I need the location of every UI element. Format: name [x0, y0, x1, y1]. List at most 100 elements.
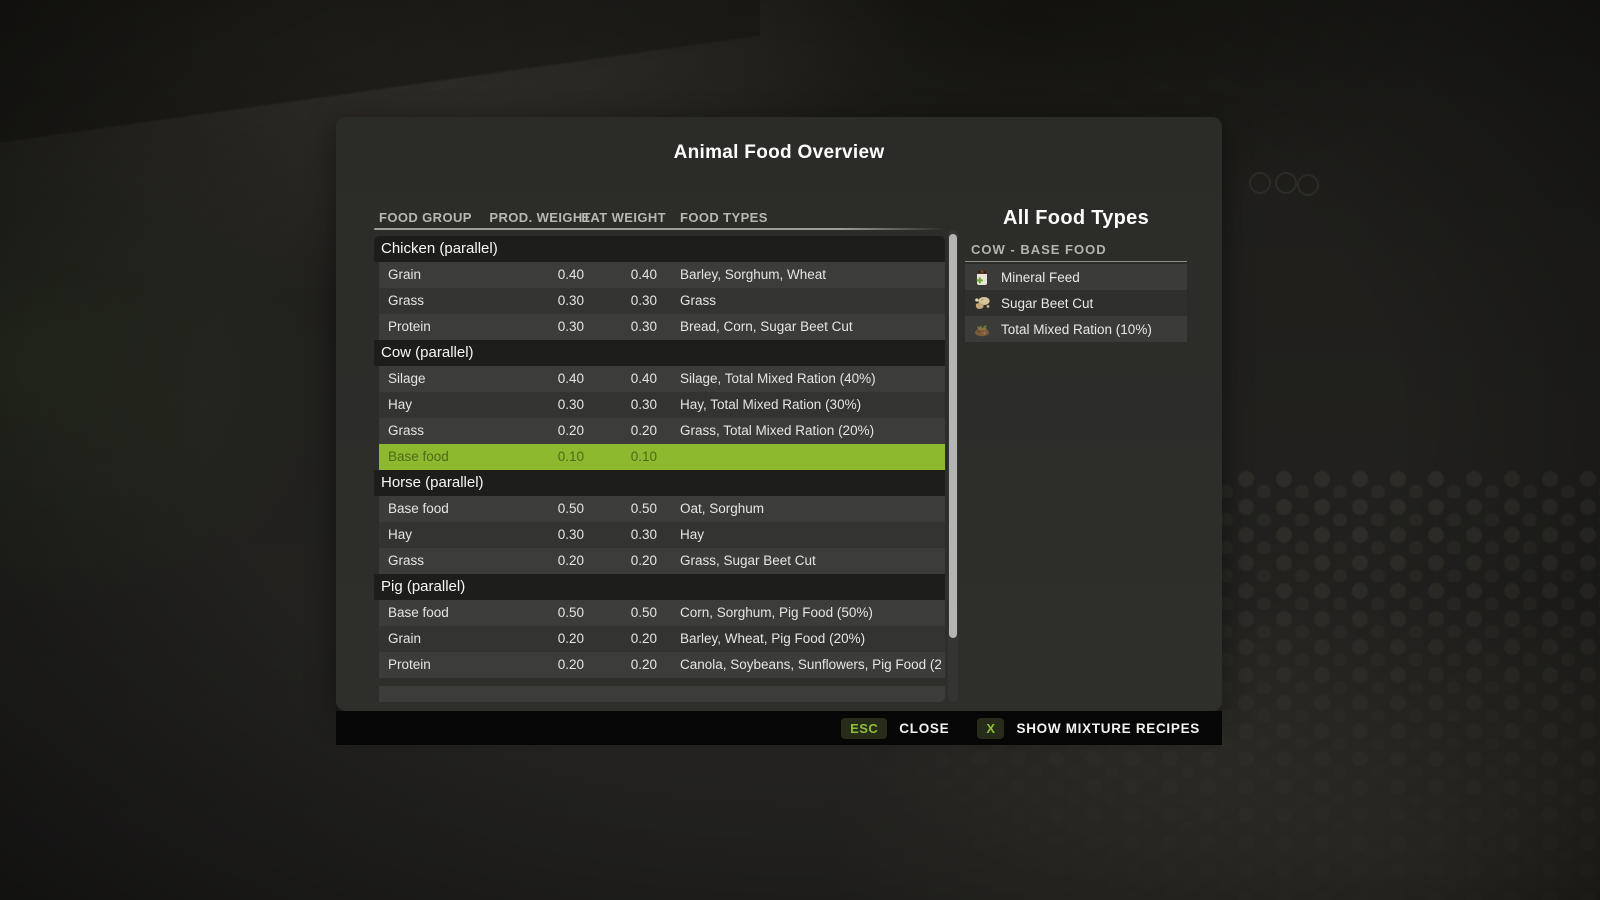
- table-section-header: Chicken (parallel): [374, 236, 945, 262]
- sidebar-section-label: COW - BASE FOOD: [971, 242, 1107, 257]
- cell-food-types: Barley, Wheat, Pig Food (20%): [680, 626, 941, 652]
- cell-food-types: Grass, Total Mixed Ration (20%): [680, 418, 941, 444]
- food-type-label: Sugar Beet Cut: [1001, 296, 1093, 311]
- mineral-feed-icon: [973, 268, 991, 286]
- cell-eat-weight: 0.20: [597, 418, 657, 444]
- cell-food-group: Grass: [388, 418, 424, 444]
- cell-food-group: Hay: [388, 522, 412, 548]
- cell-food-group: Protein: [388, 314, 431, 340]
- table-row[interactable]: Grass 0.20 0.20 Grass, Sugar Beet Cut: [379, 548, 945, 574]
- table-row-partial: [379, 686, 945, 702]
- table-row[interactable]: Grain 0.20 0.20 Barley, Wheat, Pig Food (20…: [379, 626, 945, 652]
- table-row[interactable]: Protein0.200.20Canola, Soybeans, Sunflow…: [379, 652, 945, 678]
- food-type-list-item[interactable]: Mineral Feed: [965, 264, 1187, 290]
- cell-food-types: Hay: [680, 522, 941, 548]
- section-name: Horse (parallel): [381, 470, 484, 496]
- sidebar-title: All Food Types: [965, 207, 1187, 230]
- cell-food-group: Grass: [388, 288, 424, 314]
- cell-prod-weight: 0.20: [524, 548, 584, 574]
- page-title: Animal Food Overview: [336, 142, 1222, 164]
- dialog-panel: Animal Food Overview FOOD GROUP PROD. WE…: [336, 117, 1222, 711]
- table-row[interactable]: Hay 0.30 0.30 Hay, Total Mixed Ration (30%): [379, 392, 945, 418]
- cell-eat-weight: 0.50: [597, 600, 657, 626]
- food-type-list-item[interactable]: Sugar Beet Cut: [965, 290, 1187, 316]
- cell-prod-weight: 0.40: [524, 262, 584, 288]
- cell-prod-weight: 0.20: [524, 418, 584, 444]
- cell-food-types: Grass, Sugar Beet Cut: [680, 548, 941, 574]
- cell-eat-weight: 0.10: [597, 444, 657, 470]
- cell-eat-weight: 0.30: [597, 288, 657, 314]
- animal-food-overview-dialog: Animal Food Overview FOOD GROUP PROD. WE…: [336, 117, 1222, 745]
- cell-food-types: Corn, Sorghum, Pig Food (50%): [680, 600, 941, 626]
- show-mixture-recipes-button[interactable]: SHOW MIXTURE RECIPES: [1016, 721, 1200, 736]
- cell-eat-weight: 0.30: [597, 522, 657, 548]
- table-row[interactable]: Protein 0.30 0.30 Bread, Corn, Sugar Beet C…: [379, 314, 945, 340]
- cell-food-types: Barley, Sorghum, Wheat: [680, 262, 941, 288]
- table-section-header: Cow (parallel): [374, 340, 945, 366]
- table-row[interactable]: Base food 0.50 0.50 Oat, Sorghum: [379, 496, 945, 522]
- cell-prod-weight: 0.10: [524, 444, 584, 470]
- cell-food-group: Grain: [388, 262, 421, 288]
- table-header-row: FOOD GROUP PROD. WEIGHT EAT WEIGHT FOOD …: [374, 207, 945, 229]
- esc-key-badge[interactable]: ESC: [841, 718, 887, 739]
- table-header-divider: [374, 228, 945, 230]
- cell-food-types: Oat, Sorghum: [680, 496, 941, 522]
- table-scrollbar-track[interactable]: [948, 230, 958, 702]
- column-header-prod-weight: PROD. WEIGHT: [489, 207, 591, 229]
- column-header-eat-weight: EAT WEIGHT: [581, 207, 666, 229]
- cell-eat-weight: 0.30: [597, 392, 657, 418]
- cell-eat-weight: 0.40: [597, 262, 657, 288]
- cell-food-group: Grain: [388, 626, 421, 652]
- cell-food-group: Base food: [388, 496, 449, 522]
- table-row-selected[interactable]: Base food0.100.10Mineral Feed, Sugar Bee…: [379, 444, 945, 470]
- cell-food-group: Grass: [388, 548, 424, 574]
- food-table[interactable]: Chicken (parallel)Grain0.400.40Barley, S…: [374, 236, 945, 702]
- cell-food-types: Hay, Total Mixed Ration (30%): [680, 392, 941, 418]
- cell-food-group: Silage: [388, 366, 426, 392]
- table-section-header: Pig (parallel): [374, 574, 945, 600]
- cell-eat-weight: 0.20: [597, 626, 657, 652]
- cell-food-types: Bread, Corn, Sugar Beet Cut: [680, 314, 941, 340]
- table-section-header: Horse (parallel): [374, 470, 945, 496]
- food-type-label: Mineral Feed: [1001, 270, 1080, 285]
- table-row[interactable]: Grain 0.40 0.40 Barley, Sorghum, Wheat: [379, 262, 945, 288]
- column-header-food-types: FOOD TYPES: [680, 207, 768, 229]
- section-name: Cow (parallel): [381, 340, 474, 366]
- cell-food-group: Base food: [388, 444, 449, 470]
- footer-bar: ESC CLOSE X SHOW MIXTURE RECIPES: [336, 711, 1222, 745]
- cell-prod-weight: 0.30: [524, 288, 584, 314]
- cell-eat-weight: 0.40: [597, 366, 657, 392]
- table-row[interactable]: Silage 0.40 0.40 Silage, Total Mixed Ration…: [379, 366, 945, 392]
- cell-food-types: Canola, Soybeans, Sunflowers, Pig Food (…: [680, 652, 941, 678]
- cell-eat-weight: 0.50: [597, 496, 657, 522]
- table-row[interactable]: Hay 0.30 0.30 Hay: [379, 522, 945, 548]
- cell-eat-weight: 0.30: [597, 314, 657, 340]
- food-type-list-item[interactable]: Total Mixed Ration (10%): [965, 316, 1187, 342]
- cell-prod-weight: 0.50: [524, 600, 584, 626]
- sidebar-section-divider: [965, 261, 1187, 262]
- cell-eat-weight: 0.20: [597, 652, 657, 678]
- cell-food-group: Base food: [388, 600, 449, 626]
- table-row[interactable]: Base food 0.50 0.50 Corn, Sorghum, Pig Food…: [379, 600, 945, 626]
- table-row[interactable]: Grass 0.20 0.20 Grass, Total Mixed Ration (…: [379, 418, 945, 444]
- sugar-beet-cut-icon: [973, 294, 991, 312]
- food-type-label: Total Mixed Ration (10%): [1001, 322, 1152, 337]
- cell-eat-weight: 0.20: [597, 548, 657, 574]
- table-row[interactable]: Grass 0.30 0.30 Grass: [379, 288, 945, 314]
- section-name: Chicken (parallel): [381, 236, 498, 262]
- cell-prod-weight: 0.50: [524, 496, 584, 522]
- column-header-food-group: FOOD GROUP: [379, 207, 472, 229]
- table-scrollbar-thumb[interactable]: [949, 234, 957, 638]
- cell-food-types: Grass: [680, 288, 941, 314]
- cell-prod-weight: 0.40: [524, 366, 584, 392]
- cell-prod-weight: 0.20: [524, 626, 584, 652]
- cell-prod-weight: 0.30: [524, 522, 584, 548]
- close-button[interactable]: CLOSE: [899, 721, 949, 736]
- cell-food-group: Protein: [388, 652, 431, 678]
- cell-food-types: Silage, Total Mixed Ration (40%): [680, 366, 941, 392]
- cell-food-group: Hay: [388, 392, 412, 418]
- x-key-badge[interactable]: X: [977, 718, 1004, 739]
- food-type-list: Mineral Feed Sugar Beet Cut Total Mixed Ra…: [965, 264, 1187, 342]
- cell-prod-weight: 0.30: [524, 392, 584, 418]
- cell-prod-weight: 0.30: [524, 314, 584, 340]
